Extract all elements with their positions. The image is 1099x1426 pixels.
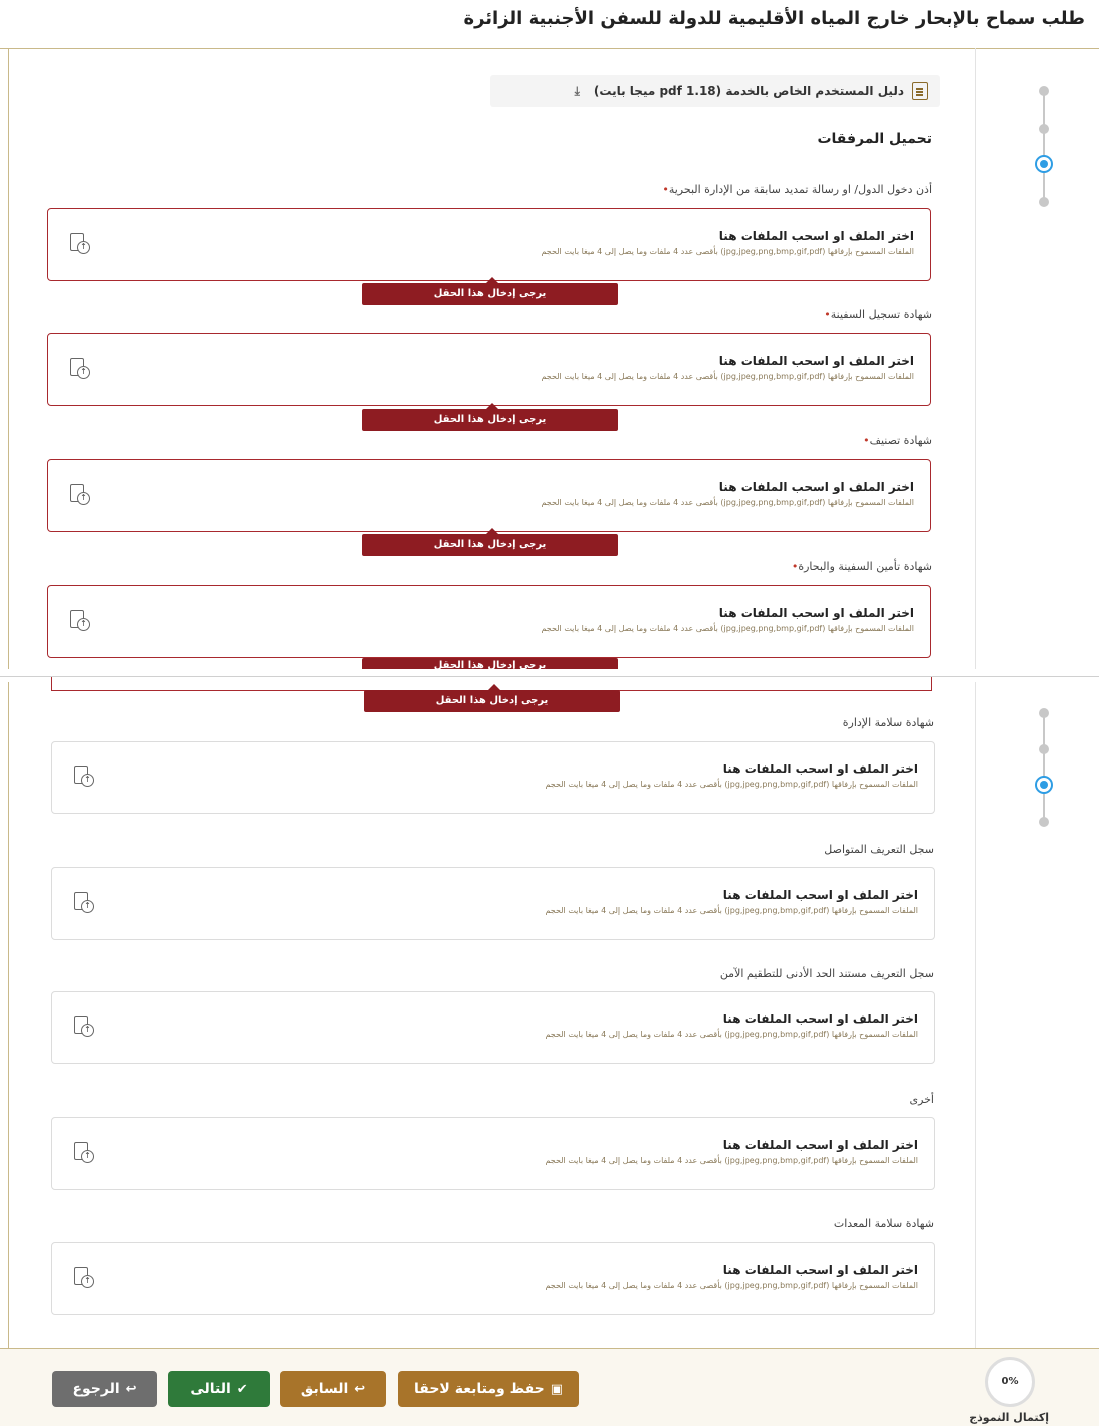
- undo-icon: ↩: [125, 1381, 137, 1397]
- save-continue-later-button[interactable]: ▣ حفظ ومتابعة لاحقا: [398, 1371, 579, 1407]
- field-label: سجل التعريف مستند الحد الأدنى للتطقيم ال…: [719, 967, 934, 980]
- upload-hint: الملفات المسموح بإرفاقها (jpg,jpeg,png,b…: [541, 372, 914, 381]
- download-icon: ⤓: [574, 83, 580, 98]
- file-upload-icon: [70, 358, 90, 379]
- step-dot-active[interactable]: [1035, 776, 1053, 794]
- error-tooltip: يرجى إدخال هذا الحقل: [364, 684, 620, 712]
- file-upload-dropzone[interactable]: اختر الملف او اسحب الملفات هنا الملفات ا…: [51, 1117, 935, 1190]
- page-title: طلب سماح بالإبحار خارج المياه الأقليمية …: [463, 8, 1085, 29]
- next-button[interactable]: ✔ التالى: [168, 1371, 270, 1407]
- upload-title: اختر الملف او اسحب الملفات هنا: [722, 888, 918, 902]
- step-dot[interactable]: [1039, 197, 1049, 207]
- file-upload-icon: [74, 766, 94, 787]
- field-label: أذن دخول الدول/ او رسالة تمديد سابقة من …: [662, 183, 932, 196]
- file-upload-dropzone[interactable]: اختر الملف او اسحب الملفات هنا الملفات ا…: [51, 867, 935, 940]
- step-dot[interactable]: [1039, 124, 1049, 134]
- upload-title: اختر الملف او اسحب الملفات هنا: [718, 229, 914, 243]
- section-title: تحميل المرفقات: [817, 131, 932, 147]
- page-header: طلب سماح بالإبحار خارج المياه الأقليمية …: [0, 0, 1099, 49]
- upload-hint: الملفات المسموح بإرفاقها (jpg,jpeg,png,b…: [541, 247, 914, 256]
- step-dot[interactable]: [1039, 817, 1049, 827]
- upload-hint: الملفات المسموح بإرفاقها (jpg,jpeg,png,b…: [545, 1030, 918, 1039]
- field-label: أخرى: [909, 1093, 934, 1106]
- file-upload-dropzone[interactable]: اختر الملف او اسحب الملفات هنا الملفات ا…: [47, 208, 931, 281]
- upload-title: اختر الملف او اسحب الملفات هنا: [718, 480, 914, 494]
- progress-ring: 0%: [985, 1357, 1035, 1407]
- file-upload-dropzone[interactable]: اختر الملف او اسحب الملفات هنا الملفات ا…: [51, 1242, 935, 1315]
- step-indicator: [1033, 706, 1055, 836]
- previous-button[interactable]: ↩ السابق: [280, 1371, 386, 1407]
- file-upload-dropzone[interactable]: اختر الملف او اسحب الملفات هنا الملفات ا…: [47, 459, 931, 532]
- field-label: شهادة تسجيل السفينة•: [824, 308, 932, 321]
- file-upload-dropzone[interactable]: اختر الملف او اسحب الملفات هنا الملفات ا…: [47, 585, 931, 658]
- stepper-divider: [975, 48, 976, 1348]
- file-upload-icon: [74, 1142, 94, 1163]
- file-upload-icon: [74, 1267, 94, 1288]
- error-tooltip: يرجى إدخال هذا الحقل: [362, 403, 618, 431]
- file-upload-dropzone[interactable]: اختر الملف او اسحب الملفات هنا الملفات ا…: [51, 991, 935, 1064]
- upload-title: اختر الملف او اسحب الملفات هنا: [722, 1012, 918, 1026]
- upload-hint: الملفات المسموح بإرفاقها (jpg,jpeg,png,b…: [541, 498, 914, 507]
- upload-hint: الملفات المسموح بإرفاقها (jpg,jpeg,png,b…: [545, 906, 918, 915]
- file-upload-icon: [74, 1016, 94, 1037]
- field-label: شهادة تأمين السفينة والبحارة•: [791, 560, 932, 573]
- upload-title: اختر الملف او اسحب الملفات هنا: [722, 1263, 918, 1277]
- back-button[interactable]: ↩ الرجوع: [52, 1371, 157, 1407]
- file-upload-icon: [74, 892, 94, 913]
- undo-icon: ↩: [354, 1381, 366, 1397]
- upload-hint: الملفات المسموح بإرفاقها (jpg,jpeg,png,b…: [545, 1156, 918, 1165]
- step-dot-active[interactable]: [1035, 155, 1053, 173]
- check-icon: ✔: [236, 1381, 248, 1397]
- user-guide-label: دليل المستخدم الخاص بالخدمة (pdf 1.18 مي…: [593, 84, 904, 98]
- upload-hint: الملفات المسموح بإرفاقها (jpg,jpeg,png,b…: [545, 780, 918, 789]
- step-dot[interactable]: [1039, 86, 1049, 96]
- step-dot[interactable]: [1039, 744, 1049, 754]
- file-upload-icon: [70, 484, 90, 505]
- field-label: شهادة تصنيف•: [863, 434, 932, 447]
- upload-title: اختر الملف او اسحب الملفات هنا: [722, 762, 918, 776]
- file-upload-dropzone[interactable]: اختر الملف او اسحب الملفات هنا الملفات ا…: [47, 333, 931, 406]
- upload-title: اختر الملف او اسحب الملفات هنا: [718, 606, 914, 620]
- progress-label: إكتمال النموذج: [969, 1411, 1049, 1424]
- upload-title: اختر الملف او اسحب الملفات هنا: [718, 354, 914, 368]
- field-label: شهادة سلامة الإدارة: [842, 716, 934, 729]
- user-guide-link[interactable]: دليل المستخدم الخاص بالخدمة (pdf 1.18 مي…: [490, 75, 940, 107]
- file-upload-dropzone[interactable]: اختر الملف او اسحب الملفات هنا الملفات ا…: [51, 741, 935, 814]
- error-tooltip: يرجى إدخال هذا الحقل: [362, 277, 618, 305]
- field-label: شهادة سلامة المعدات: [833, 1217, 934, 1230]
- step-indicator: [1033, 84, 1055, 214]
- upload-hint: الملفات المسموح بإرفاقها (jpg,jpeg,png,b…: [541, 624, 914, 633]
- upload-title: اختر الملف او اسحب الملفات هنا: [722, 1138, 918, 1152]
- file-upload-icon: [70, 233, 90, 254]
- step-dot[interactable]: [1039, 708, 1049, 718]
- upload-hint: الملفات المسموح بإرفاقها (jpg,jpeg,png,b…: [545, 1281, 918, 1290]
- field-label: سجل التعريف المتواصل: [824, 843, 934, 856]
- save-icon: ▣: [550, 1381, 564, 1397]
- frame-border: [8, 48, 9, 1348]
- error-tooltip: يرجى إدخال هذا الحقل: [362, 528, 618, 556]
- doc-icon: [912, 82, 928, 100]
- file-upload-icon: [70, 610, 90, 631]
- form-footer: 0% إكتمال النموذج ▣ حفظ ومتابعة لاحقا ↩ …: [0, 1348, 1099, 1426]
